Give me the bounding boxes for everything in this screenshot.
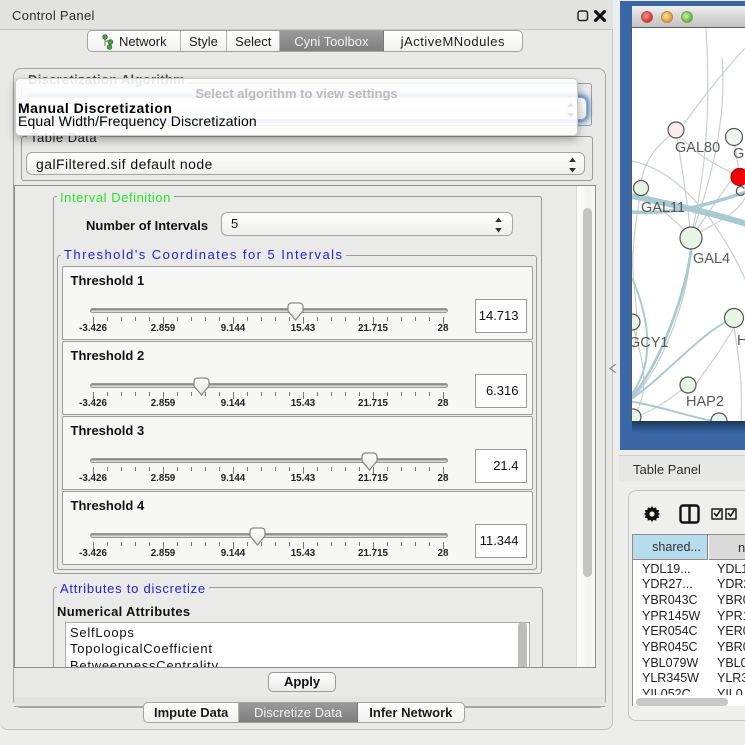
svg-text:GAL4: GAL4 <box>693 251 730 267</box>
svg-text:GCY1: GCY1 <box>632 335 669 351</box>
svg-text:GAL80: GAL80 <box>675 140 720 156</box>
svg-text:G.: G. <box>733 146 745 162</box>
svg-text:H: H <box>737 333 745 349</box>
svg-text:HAP2: HAP2 <box>686 394 724 410</box>
svg-text:GAL11: GAL11 <box>641 200 685 216</box>
svg-text:C: C <box>735 184 745 200</box>
